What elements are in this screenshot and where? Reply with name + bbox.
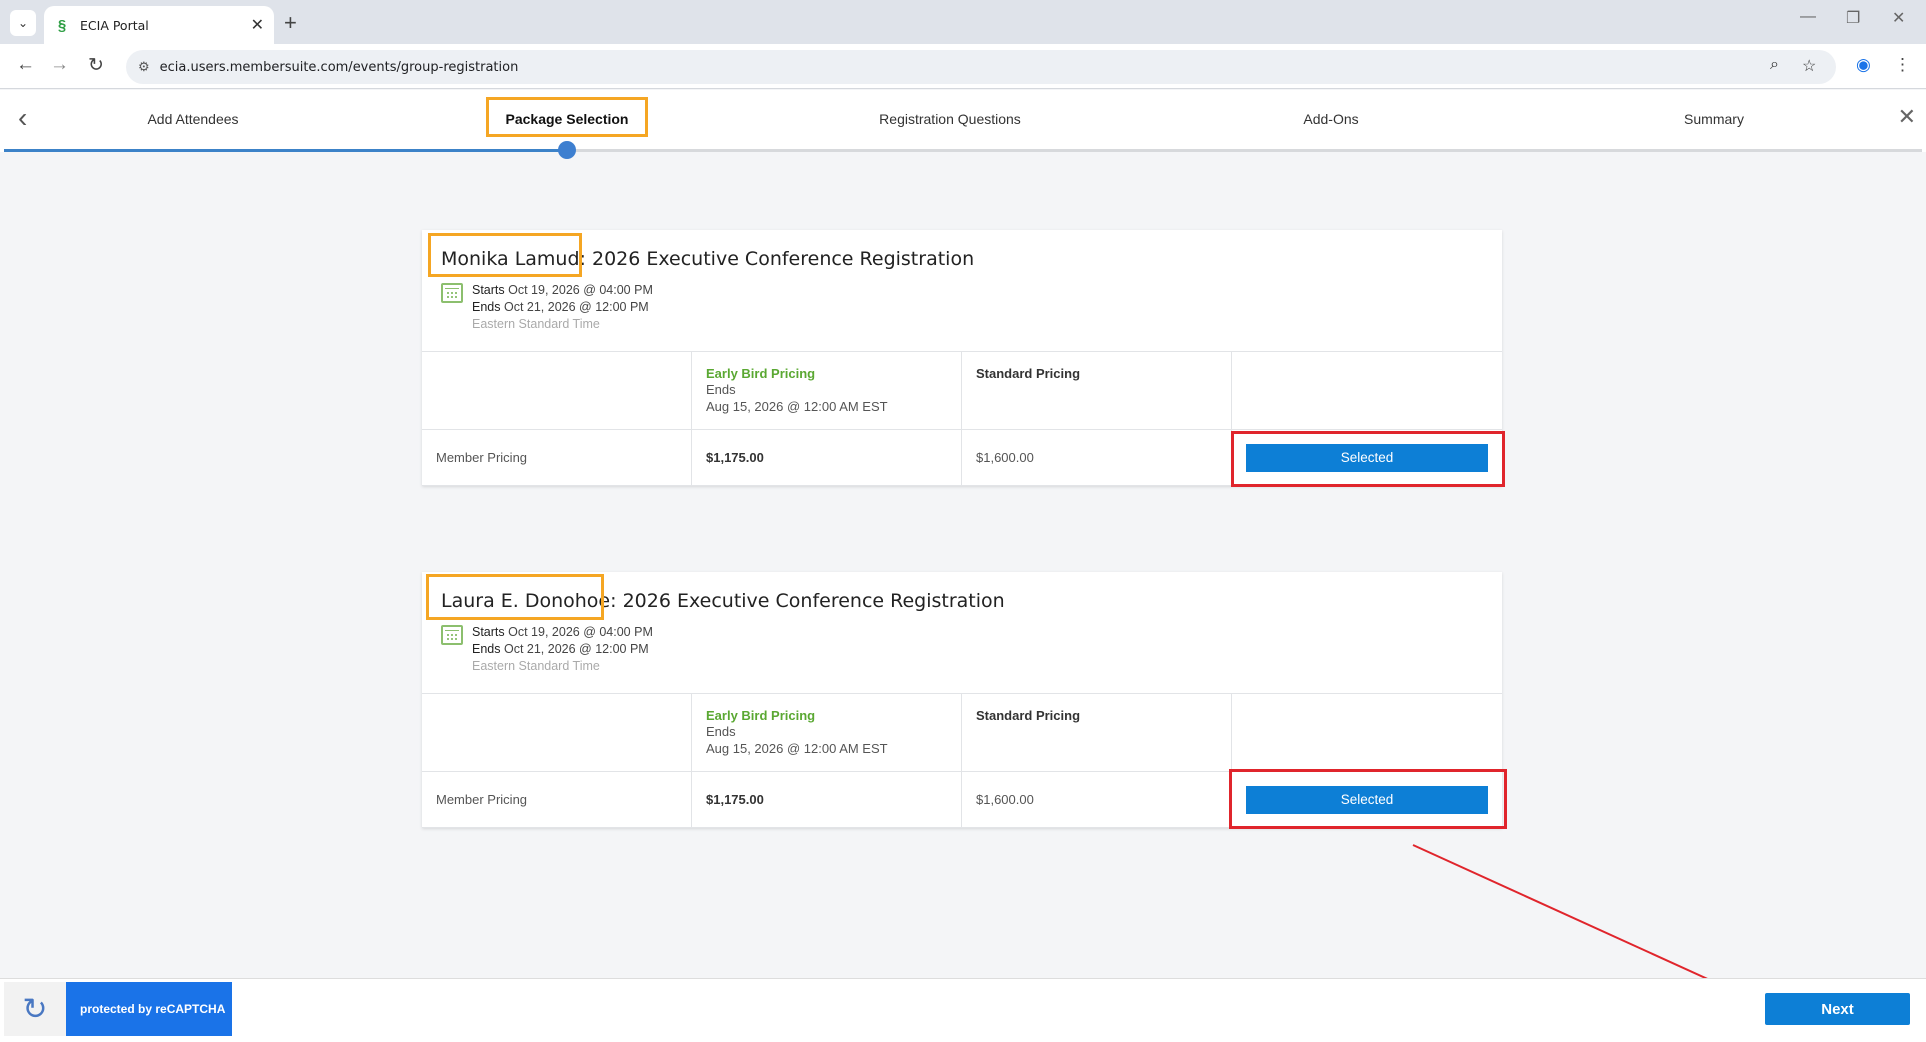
highlight-selected-1 [1231,431,1505,487]
calendar-icon [441,625,463,645]
highlight-attendee-1 [428,233,582,277]
early-bird-title: Early Bird Pricing [706,366,816,381]
standard-price: $1,600.00 [962,430,1232,486]
timezone: Eastern Standard Time [472,317,600,331]
site-info-icon[interactable]: ⚙ [138,59,150,75]
tab-title: ECIA Portal [80,17,149,33]
early-ends-label: Ends [706,382,736,397]
pricing-header-empty [422,694,692,772]
minimize-icon[interactable]: — [1800,8,1816,26]
browser-menu-icon[interactable]: ⋮ [1894,55,1911,75]
step-registration-questions[interactable]: Registration Questions [879,111,1021,127]
recaptcha-badge[interactable]: ↻ protected by reCAPTCHA [4,982,232,1036]
standard-title: Standard Pricing [976,708,1081,723]
calendar-icon [441,283,463,303]
starts-label: Starts [472,625,505,639]
ends-value: Oct 21, 2026 @ 12:00 PM [503,300,649,314]
arrow-line [1412,844,1749,999]
early-bird-header: Early Bird Pricing Ends Aug 15, 2026 @ 1… [692,694,962,772]
event-name: 2026 Executive Conference Registration [591,248,975,270]
early-ends-date: Aug 15, 2026 @ 12:00 AM EST [706,741,888,756]
early-bird-title: Early Bird Pricing [706,708,816,723]
pricing-header-action [1232,694,1502,772]
card-header: Monika Lamud: 2026 Executive Conference … [422,230,1502,352]
step-add-ons[interactable]: Add-Ons [1303,111,1358,127]
standard-header: Standard Pricing [962,352,1232,430]
member-pricing-label: Member Pricing [422,772,692,828]
early-bird-price: $1,175.00 [692,772,962,828]
starts-label: Starts [472,283,505,297]
ends-label: Ends [472,300,501,314]
site-favicon-icon: § [57,16,67,34]
member-pricing-label: Member Pricing [422,430,692,486]
registration-stepper: ‹ Add Attendees Package Selection Regist… [0,90,1926,152]
step-summary[interactable]: Summary [1684,111,1744,127]
step-add-attendees[interactable]: Add Attendees [147,111,238,127]
next-button[interactable]: Next [1765,993,1910,1025]
event-name: 2026 Executive Conference Registration [622,590,1005,612]
restore-icon[interactable]: ❐ [1846,8,1860,28]
address-bar[interactable]: ⚙ ecia.users.membersuite.com/events/grou… [126,50,1836,84]
highlight-attendee-2 [426,574,604,620]
ends-label: Ends [472,642,501,656]
stepper-close-icon[interactable]: ✕ [1898,104,1916,130]
bookmark-star-icon[interactable]: ☆ [1802,56,1816,76]
early-bird-price: $1,175.00 [692,430,962,486]
stepper-current-dot [558,141,576,159]
zoom-icon[interactable]: ⌕ [1770,56,1779,74]
stepper-back-chevron-icon[interactable]: ‹ [18,102,27,134]
browser-tabstrip: ⌄ § ECIA Portal ✕ + — ❐ ✕ [0,0,1926,44]
pricing-header-action [1232,352,1502,430]
tab-close-icon[interactable]: ✕ [251,15,264,35]
standard-title: Standard Pricing [976,366,1081,381]
highlight-selected-2 [1229,769,1507,829]
event-dates: Starts Oct 19, 2026 @ 04:00 PM Ends Oct … [472,282,653,333]
url-text: ecia.users.membersuite.com/events/group-… [159,59,519,75]
footer-bar: ↻ protected by reCAPTCHA Next [0,978,1926,1042]
recaptcha-icon: ↻ [4,982,66,1036]
tab-search-button[interactable]: ⌄ [10,10,36,36]
stepper-progress [4,149,568,152]
browser-toolbar: ← → ↻ ⚙ ecia.users.membersuite.com/event… [0,44,1926,89]
highlight-package-selection [486,97,648,137]
starts-value: Oct 19, 2026 @ 04:00 PM [508,625,653,639]
timezone: Eastern Standard Time [472,659,600,673]
pricing-header-empty [422,352,692,430]
forward-arrow-icon[interactable]: → [50,54,69,76]
window-close-icon[interactable]: ✕ [1892,8,1905,28]
browser-tab[interactable]: § ECIA Portal ✕ [44,6,274,44]
reload-icon[interactable]: ↻ [88,54,104,77]
profile-icon[interactable]: ◉ [1856,55,1871,75]
starts-value: Oct 19, 2026 @ 04:00 PM [508,283,653,297]
early-bird-header: Early Bird Pricing Ends Aug 15, 2026 @ 1… [692,352,962,430]
back-arrow-icon[interactable]: ← [16,54,35,76]
early-ends-date: Aug 15, 2026 @ 12:00 AM EST [706,399,888,414]
standard-header: Standard Pricing [962,694,1232,772]
event-dates: Starts Oct 19, 2026 @ 04:00 PM Ends Oct … [472,624,653,675]
new-tab-icon[interactable]: + [284,10,297,36]
standard-price: $1,600.00 [962,772,1232,828]
early-ends-label: Ends [706,724,736,739]
recaptcha-text: protected by reCAPTCHA [66,982,232,1036]
ends-value: Oct 21, 2026 @ 12:00 PM [503,642,649,656]
annotation-arrow [1412,844,1749,999]
